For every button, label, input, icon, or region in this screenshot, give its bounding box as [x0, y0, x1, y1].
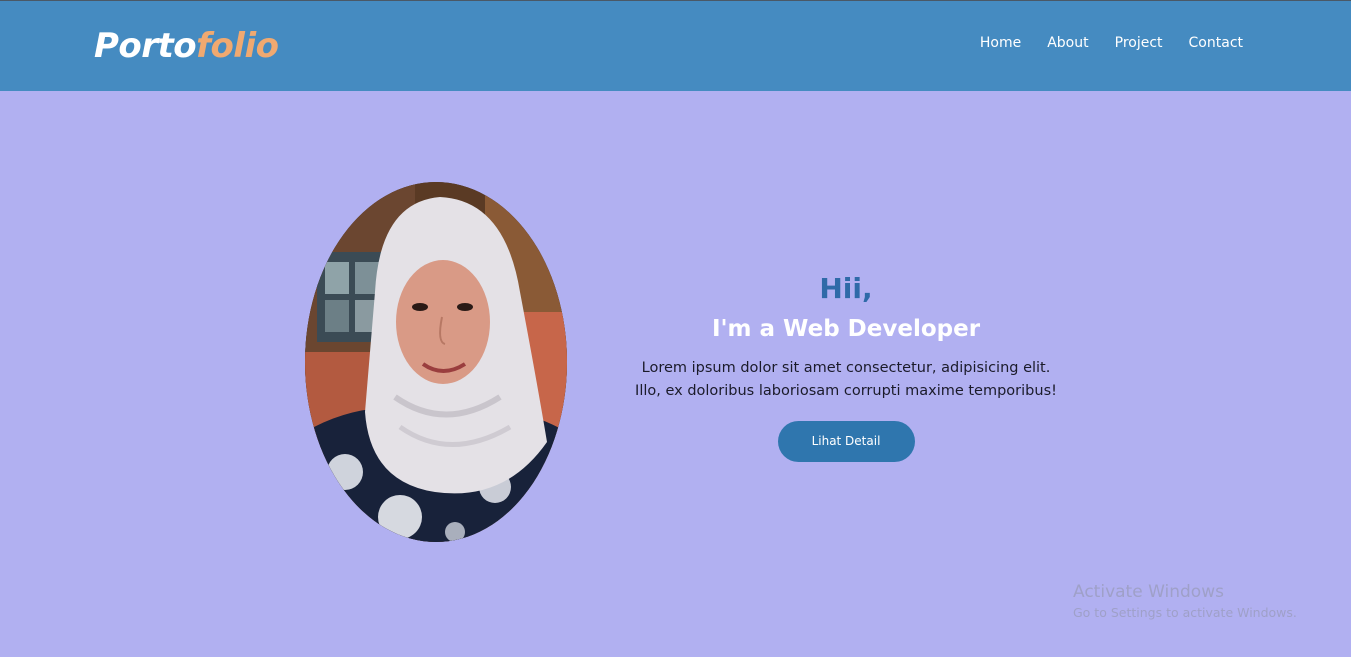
hero-greeting: Hii, — [819, 272, 873, 305]
nav-link-home[interactable]: Home — [980, 34, 1021, 52]
site-logo[interactable]: Portofolio — [94, 25, 279, 67]
lihat-detail-button[interactable]: Lihat Detail — [777, 421, 915, 462]
profile-photo — [305, 182, 567, 542]
hero-description: Lorem ipsum dolor sit amet consectetur, … — [590, 357, 1102, 403]
logo-text-primary: Porto — [94, 26, 197, 66]
logo-text-accent: folio — [196, 26, 279, 66]
nav-link-project[interactable]: Project — [1115, 34, 1163, 52]
hero-description-line1: Lorem ipsum dolor sit amet consectetur, … — [641, 360, 1051, 376]
nav-link-about[interactable]: About — [1047, 34, 1088, 52]
hero-text: Hii, I'm a Web Developer Lorem ipsum dol… — [590, 273, 1102, 462]
activate-windows-watermark: Activate Windows Go to Settings to activ… — [1073, 581, 1297, 622]
watermark-title: Activate Windows — [1073, 582, 1224, 602]
hero-description-line2: Illo, ex doloribus laboriosam corrupti m… — [635, 383, 1057, 399]
navbar: Portofolio Home About Project Contact — [0, 1, 1351, 91]
hero-role-title: I'm a Web Developer — [711, 316, 981, 342]
hero-section: Hii, I'm a Web Developer Lorem ipsum dol… — [0, 91, 1351, 657]
profile-photo-illustration — [305, 182, 567, 542]
nav-link-contact[interactable]: Contact — [1189, 34, 1243, 52]
nav-menu: Home About Project Contact — [954, 34, 1243, 52]
watermark-subtitle: Go to Settings to activate Windows. — [1073, 605, 1297, 620]
